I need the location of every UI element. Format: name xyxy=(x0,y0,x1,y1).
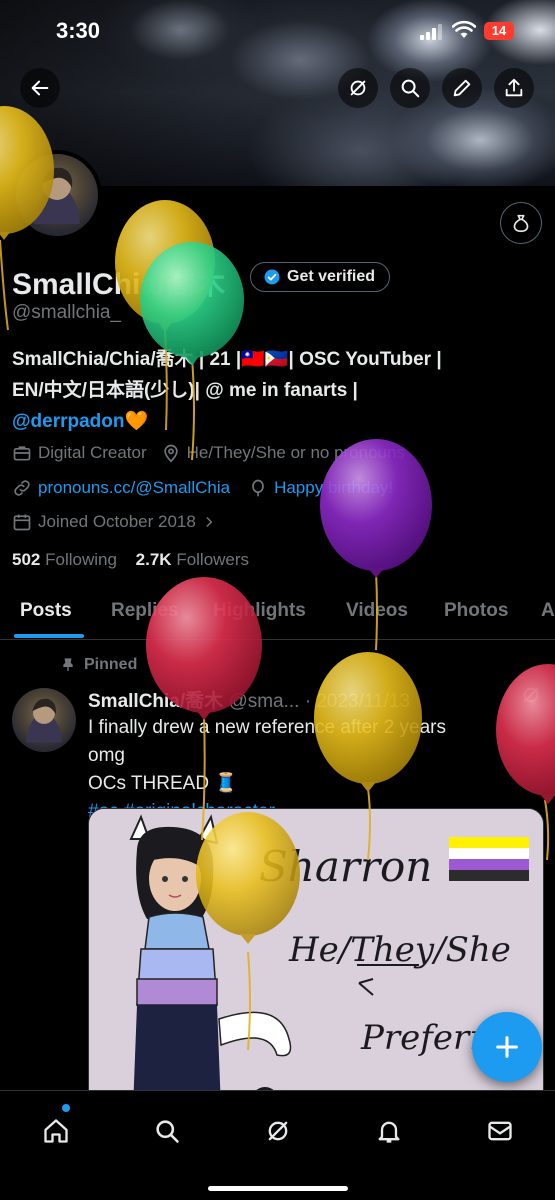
following-link[interactable]: 502 Following xyxy=(12,550,117,569)
profile-handle: @smallchia_ xyxy=(12,302,122,323)
signal-icon xyxy=(420,24,442,40)
website-link[interactable]: pronouns.cc/@SmallChia xyxy=(38,478,230,498)
location-item: He/They/She or no pronouns xyxy=(161,443,405,463)
nav-home-button[interactable] xyxy=(36,1111,76,1151)
profile-meta-row-2: pronouns.cc/@SmallChia Happy birthday! xyxy=(12,476,393,500)
share-button[interactable] xyxy=(494,68,534,108)
pencil-icon xyxy=(453,79,471,97)
post-header: SmallChia/喬木 @sma... · 2023/11/13 xyxy=(88,686,410,713)
bio-line-2: EN/中文/日本語(少し)| @ me in fanarts | xyxy=(12,380,358,401)
profile-meta-row-1: Digital Creator He/They/She or no pronou… xyxy=(12,441,405,465)
image-text-name: Sharron xyxy=(259,842,432,891)
pinned-indicator: Pinned xyxy=(60,656,137,674)
home-notification-dot xyxy=(62,1104,70,1112)
nav-search-button[interactable] xyxy=(147,1111,187,1151)
nav-grok-button[interactable] xyxy=(258,1111,298,1151)
post-date: · 2023/11/13 xyxy=(304,691,411,712)
category-label: Digital Creator xyxy=(38,443,147,462)
follow-stats: 502 Following 2.7K Followers xyxy=(12,550,249,570)
home-indicator xyxy=(208,1186,348,1191)
nav-messages-button[interactable] xyxy=(480,1111,520,1151)
share-icon xyxy=(505,78,523,97)
arrow-left-icon xyxy=(31,80,49,96)
grok-icon xyxy=(523,687,539,703)
search-button[interactable] xyxy=(390,68,430,108)
tab-videos[interactable]: Videos xyxy=(346,600,408,622)
tip-button[interactable] xyxy=(500,202,542,244)
briefcase-icon xyxy=(13,446,31,461)
active-tab-indicator xyxy=(14,634,84,638)
status-bar: 3:30 14 xyxy=(0,0,555,64)
post-grok-button[interactable] xyxy=(520,684,542,711)
plus-icon xyxy=(496,1036,518,1058)
search-icon xyxy=(156,1120,179,1143)
grok-button[interactable] xyxy=(338,68,378,108)
home-icon xyxy=(44,1119,68,1143)
pinned-label: Pinned xyxy=(84,656,138,673)
image-text-pref: Preferr xyxy=(360,1018,487,1058)
search-icon xyxy=(401,79,420,98)
mail-icon xyxy=(488,1121,512,1141)
nav-notifications-button[interactable] xyxy=(369,1111,409,1151)
profile-meta-row-3[interactable]: Joined October 2018 xyxy=(12,510,216,534)
grok-icon xyxy=(268,1121,288,1141)
post-author-avatar[interactable] xyxy=(12,688,76,752)
chevron-right-icon xyxy=(206,517,213,527)
profile-avatar[interactable] xyxy=(12,150,102,240)
display-name: SmallChia/喬木 xyxy=(12,268,226,301)
battery-indicator: 14 xyxy=(484,22,514,40)
joined-label: Joined October 2018 xyxy=(38,512,196,531)
bio-line-1: SmallChia/Chia/喬木 | 21 |🇹🇼🇵🇭| OSC YouTub… xyxy=(12,349,442,370)
bottom-navigation xyxy=(0,1090,555,1200)
grok-icon xyxy=(350,80,366,96)
profile-bio: SmallChia/Chia/喬木 | 21 |🇹🇼🇵🇭| OSC YouTub… xyxy=(12,344,547,437)
following-count: 502 xyxy=(12,550,41,569)
tab-more[interactable]: A xyxy=(541,600,555,622)
location-label: He/They/She or no pronouns xyxy=(186,443,405,462)
followers-count: 2.7K xyxy=(135,550,172,569)
tab-highlights[interactable]: Highlights xyxy=(213,600,306,622)
nonbinary-flag xyxy=(449,837,529,881)
birthday-label: Happy birthday! xyxy=(274,478,394,497)
post-text-line-3: OCs THREAD 🧵 xyxy=(88,773,238,794)
wifi-icon xyxy=(452,20,476,38)
joined-item[interactable]: Joined October 2018 xyxy=(12,512,216,532)
balloon-icon xyxy=(252,479,264,497)
status-time: 3:30 xyxy=(56,18,101,43)
tab-posts[interactable]: Posts xyxy=(20,600,72,622)
post-author-handle: @sma... xyxy=(228,691,300,712)
followers-link[interactable]: 2.7K Followers xyxy=(136,550,249,569)
post-text-line-1: I finally drew a new reference after 2 y… xyxy=(88,717,447,738)
verified-badge-icon xyxy=(264,269,280,285)
post-author-name[interactable]: SmallChia/喬木 xyxy=(88,691,223,712)
following-label: Following xyxy=(45,550,117,569)
bio-mention-link[interactable]: @derrpadon xyxy=(12,411,124,432)
category-item: Digital Creator xyxy=(12,443,147,463)
followers-label: Followers xyxy=(176,550,250,569)
post-text-line-2: omg xyxy=(88,745,125,766)
link-icon xyxy=(14,480,30,496)
pin-icon xyxy=(63,658,73,671)
website-item[interactable]: pronouns.cc/@SmallChia xyxy=(12,478,230,498)
get-verified-button[interactable]: Get verified xyxy=(250,262,391,292)
tab-photos[interactable]: Photos xyxy=(444,600,508,622)
get-verified-label: Get verified xyxy=(287,268,376,285)
calendar-icon xyxy=(13,514,31,531)
money-bag-icon xyxy=(513,214,529,233)
location-pin-icon xyxy=(163,444,178,463)
back-button[interactable] xyxy=(20,68,60,108)
profile-tabs: Posts Replies Highlights Videos Photos A xyxy=(0,590,555,640)
birthday-item: Happy birthday! xyxy=(248,478,393,498)
bell-icon xyxy=(378,1121,400,1143)
edit-button[interactable] xyxy=(442,68,482,108)
bio-emoji: 🧡 xyxy=(124,411,149,432)
compose-post-button[interactable] xyxy=(472,1012,542,1082)
tab-replies[interactable]: Replies xyxy=(111,600,179,622)
